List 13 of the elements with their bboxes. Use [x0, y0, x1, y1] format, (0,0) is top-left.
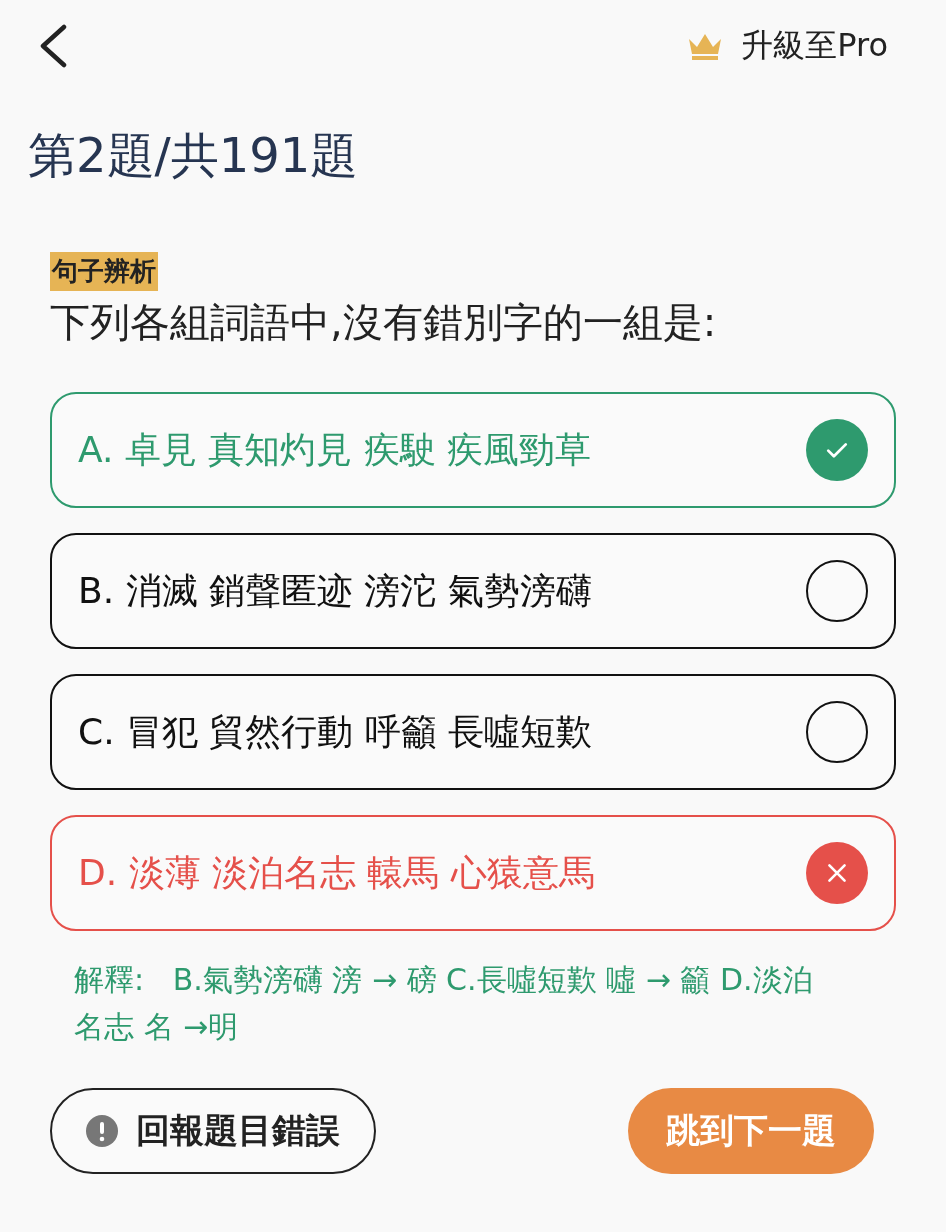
back-icon[interactable] — [38, 24, 68, 68]
radio-circle[interactable] — [806, 701, 868, 763]
answer-option[interactable]: B. 消滅 銷聲匿迹 滂沱 氣勢滂礴 — [50, 533, 896, 649]
exclamation-icon — [86, 1115, 118, 1147]
radio-circle[interactable] — [806, 560, 868, 622]
upgrade-button[interactable]: 升級至Pro — [687, 24, 888, 68]
category-tag: 句子辨析 — [50, 252, 158, 291]
question-counter: 第2題/共191題 — [28, 126, 360, 185]
report-error-button[interactable]: 回報題目錯誤 — [50, 1088, 376, 1174]
answer-option[interactable]: D. 淡薄 淡泊名志 轅馬 心猿意馬 — [50, 815, 896, 931]
question-text: 下列各組詞語中,沒有錯別字的一組是: — [50, 298, 718, 347]
answer-option[interactable]: C. 冒犯 貿然行動 呼籲 長噓短歎 — [50, 674, 896, 790]
explanation-text: 解釋: B.氣勢滂礴 滂 → 磅 C.長噓短歎 噓 → 籲 D.淡泊名志 名 →明 — [74, 961, 814, 1046]
